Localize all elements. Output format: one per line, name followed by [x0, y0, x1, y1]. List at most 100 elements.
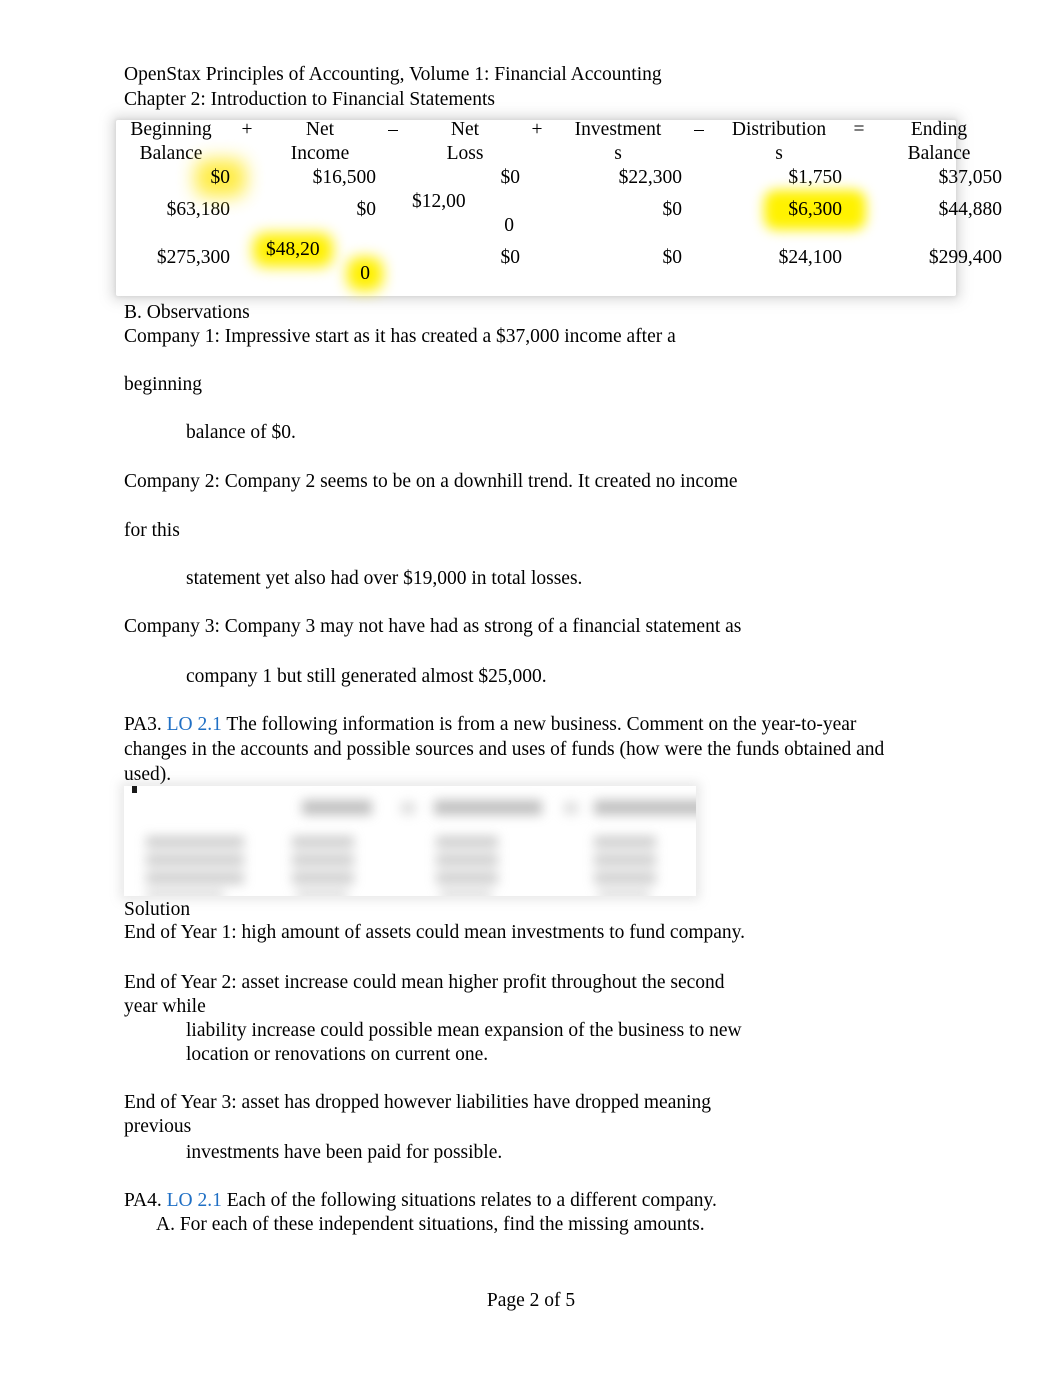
solution-heading: Solution — [124, 899, 191, 920]
header-net-loss: Net Loss — [410, 118, 520, 166]
row1-op-2 — [376, 166, 410, 190]
cell-distributions-3: $24,100 — [778, 247, 842, 268]
row1-op-5 — [842, 166, 876, 190]
solution-year2-line1: End of Year 2: asset increase could mean… — [124, 972, 725, 993]
pa3-text-line2: changes in the accounts and possible sou… — [124, 739, 885, 760]
header-line-chapter: Chapter 2: Introduction to Financial Sta… — [124, 89, 495, 110]
pa3-paragraph: PA3. LO 2.1 The following information is… — [124, 712, 954, 787]
operator-minus-2: – — [694, 119, 704, 140]
pa4-paragraph: PA4. LO 2.1 Each of the following situat… — [124, 1188, 954, 1213]
header-distributions: Distribution s — [716, 118, 842, 166]
cell-investments-1: $22,300 — [618, 167, 682, 188]
header-net-income: Net Income — [264, 118, 376, 166]
cell-beginning-balance-3: $275,300 — [156, 247, 230, 268]
row3-op-4 — [682, 238, 716, 286]
company2-line3: statement yet also had over $19,000 in t… — [186, 568, 583, 589]
pa4-label: PA4. — [124, 1190, 162, 1211]
header-line-title: OpenStax Principles of Accounting, Volum… — [124, 64, 662, 85]
header-beginning-balance-l2: Balance — [139, 143, 203, 164]
figure-corner-mark — [132, 786, 137, 793]
document-header: OpenStax Principles of Accounting, Volum… — [124, 62, 662, 112]
cell-distributions-1: $1,750 — [788, 167, 842, 188]
company1-line2: beginning — [124, 374, 202, 395]
company2-line2: for this — [124, 520, 180, 541]
cell-ending-balance-1: $37,050 — [938, 167, 1002, 188]
cell-net-income-2: $0 — [356, 199, 377, 220]
solution-year3-line1: End of Year 3: asset has dropped however… — [124, 1092, 712, 1113]
row2-op-1 — [230, 190, 264, 238]
header-distributions-l1: Distribution — [731, 119, 827, 140]
cell-distributions-2: $6,300 — [716, 190, 842, 238]
company1-line3: balance of $0. — [186, 422, 296, 443]
white-artifact-blob — [762, 324, 806, 354]
pa3-text-line3: used). — [124, 764, 172, 785]
pa4-text: Each of the following situations relates… — [226, 1190, 717, 1211]
solution-year2-line3: liability increase could possible mean e… — [186, 1020, 742, 1041]
header-ending-balance: Ending Balance — [876, 118, 1002, 166]
header-investments: Investment s — [554, 118, 682, 166]
solution-year3-line2: previous — [124, 1116, 192, 1137]
header-net-income-l1: Net — [305, 119, 335, 140]
pa3-figure-blurred-table — [124, 786, 696, 896]
row2-op-2 — [376, 190, 410, 238]
header-net-income-l2: Income — [290, 143, 350, 164]
cell-investments-3: $0 — [662, 247, 683, 268]
row3-op-3 — [520, 238, 554, 286]
header-ending-balance-l2: Balance — [907, 143, 971, 164]
row2-op-3 — [520, 190, 554, 238]
document-page: OpenStax Principles of Accounting, Volum… — [0, 0, 1062, 1377]
row2-op-4 — [682, 190, 716, 238]
company1-line1: Company 1: Impressive start as it has cr… — [124, 326, 676, 347]
solution-year1: End of Year 1: high amount of assets cou… — [124, 922, 746, 943]
solution-year2-line2: year while — [124, 996, 206, 1017]
header-investments-l1: Investment — [574, 119, 662, 140]
row1-op-3 — [520, 166, 554, 190]
table-row: $0 $16,500 $0 $22,300 $1,750 $37,050 — [112, 166, 1003, 190]
cell-net-loss-1: $0 — [500, 167, 521, 188]
company3-line1: Company 3: Company 3 may not have had as… — [124, 616, 742, 637]
header-ending-balance-l1: Ending — [910, 119, 968, 140]
row1-op-4 — [682, 166, 716, 190]
pa3-text-line1: The following information is from a new … — [226, 714, 857, 735]
cell-ending-balance-2: $44,880 — [938, 199, 1002, 220]
cell-net-loss-2-line2: 0 — [504, 215, 514, 236]
highlight-net-income-3-cont: 0 — [360, 263, 370, 284]
header-net-loss-l2: Loss — [446, 143, 484, 164]
operator-plus-2: + — [531, 119, 543, 140]
pa4-lo-link[interactable]: LO 2.1 — [167, 1190, 222, 1211]
cell-beginning-balance-2: $63,180 — [166, 199, 230, 220]
highlight-beginning-balance-1: $0 — [210, 167, 231, 188]
cell-net-loss-2-line1: $12,00 — [412, 191, 466, 212]
cell-net-loss-3: $0 — [500, 247, 521, 268]
table-row: $275,300 $48,20 0 $0 $0 $24,100 $299,400 — [112, 238, 1002, 286]
company2-line1: Company 2: Company 2 seems to be on a do… — [124, 471, 738, 492]
page-footer: Page 2 of 5 — [486, 1290, 576, 1311]
table-row: $63,180 $0 $12,00 0 $0 $6,300 $44,880 — [112, 190, 1002, 238]
solution-year3-line3: investments have been paid for possible. — [186, 1142, 503, 1163]
header-distributions-l2: s — [775, 143, 783, 164]
cell-net-income-3: $48,20 0 — [264, 238, 376, 286]
pa3-lo-link[interactable]: LO 2.1 — [167, 714, 222, 735]
highlight-net-income-3: $48,20 — [266, 239, 320, 260]
header-beginning-balance-l1: Beginning — [130, 119, 212, 140]
accounting-equation-table: Beginning Balance + Net Income – Net Los… — [112, 118, 1002, 354]
pa3-figure-content — [124, 786, 696, 896]
operator-equals: = — [853, 119, 865, 140]
cell-net-income-1: $16,500 — [312, 167, 376, 188]
solution-year2-line4: location or renovations on current one. — [186, 1044, 489, 1065]
company3-line2: company 1 but still generated almost $25… — [186, 666, 547, 687]
header-investments-l2: s — [614, 143, 622, 164]
operator-minus-1: – — [388, 119, 398, 140]
cell-net-loss-2: $12,00 0 — [410, 190, 520, 238]
pa3-label: PA3. — [124, 714, 162, 735]
highlight-distributions-2: $6,300 — [788, 199, 842, 220]
table-header-row: Beginning Balance + Net Income – Net Los… — [112, 118, 1002, 166]
row3-op-5 — [842, 238, 876, 286]
cell-beginning-balance-1: $0 — [112, 166, 231, 190]
pa4-item-a: A. For each of these independent situati… — [156, 1214, 705, 1235]
cell-ending-balance-3: $299,400 — [928, 247, 1002, 268]
header-net-loss-l1: Net — [450, 119, 480, 140]
observations-heading: B. Observations — [124, 302, 250, 323]
cell-investments-2: $0 — [662, 199, 683, 220]
equation-table: Beginning Balance + Net Income – Net Los… — [112, 118, 1002, 286]
